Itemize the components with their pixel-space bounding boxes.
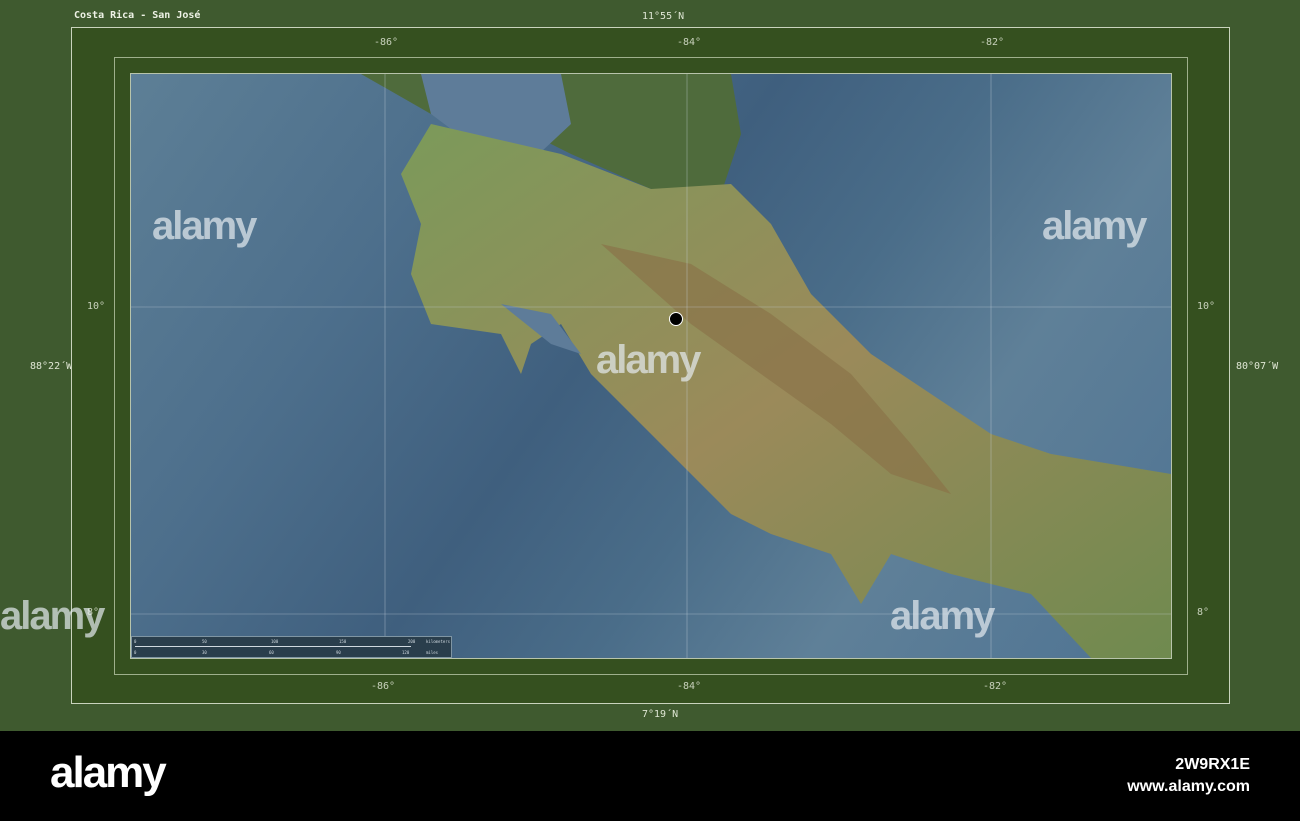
- lon-tick-top: -84°: [677, 37, 702, 48]
- scale-mi-label: 30: [202, 650, 207, 655]
- site-url: www.alamy.com: [1127, 778, 1250, 795]
- lon-tick-bottom: -84°: [677, 681, 702, 692]
- watermark: alamy: [152, 204, 257, 248]
- lon-tick-top: -82°: [980, 37, 1005, 48]
- scale-mi-label: 0: [134, 650, 137, 655]
- scale-km-label: 50: [202, 639, 207, 644]
- watermark: alamy: [596, 338, 701, 382]
- scale-bar: 0 50 100 150 200 kilometers 0 30 60 90 1…: [131, 636, 452, 658]
- right-longitude-label: 80°07´W: [1236, 361, 1279, 372]
- top-latitude-label: 11°55´N: [642, 11, 685, 22]
- scale-km-unit: kilometers: [426, 639, 451, 644]
- scale-mi-label: 90: [336, 650, 341, 655]
- image-id: 2W9RX1E: [1175, 756, 1250, 773]
- scale-mi-label: 60: [269, 650, 274, 655]
- scale-km-label: 0: [134, 639, 137, 644]
- scale-mi-label: 120: [402, 650, 410, 655]
- left-longitude-label: 88°22´W: [30, 361, 73, 372]
- alamy-logo: alamy: [50, 748, 167, 797]
- lon-tick-bottom: -86°: [371, 681, 396, 692]
- scale-km-label: 100: [271, 639, 279, 644]
- san-jose-marker: [669, 312, 683, 326]
- lat-tick-right: 10°: [1197, 301, 1216, 312]
- image-info: 2W9RX1E www.alamy.com: [1127, 754, 1250, 798]
- bottom-latitude-label: 7°19´N: [642, 709, 679, 720]
- footer-bar: [0, 731, 1300, 821]
- lat-tick-left: 10°: [87, 301, 106, 312]
- map-title: Costa Rica - San José: [74, 10, 201, 21]
- scale-mi-unit: miles: [426, 650, 439, 655]
- watermark: alamy: [0, 594, 105, 638]
- lon-tick-bottom: -82°: [983, 681, 1008, 692]
- scale-km-label: 150: [339, 639, 347, 644]
- scale-km-label: 200: [408, 639, 416, 644]
- lat-tick-right: 8°: [1197, 607, 1210, 618]
- watermark: alamy: [1042, 204, 1147, 248]
- lon-tick-top: -86°: [374, 37, 399, 48]
- watermark: alamy: [890, 594, 995, 638]
- map-frame: Costa Rica - San José 11°55´N 7°19´N 88°…: [0, 0, 1300, 731]
